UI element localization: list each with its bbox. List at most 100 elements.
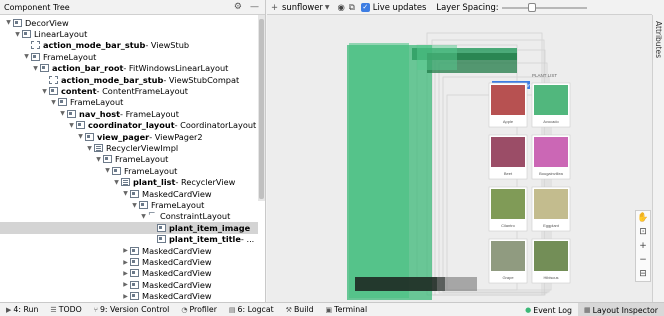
pan-hand-icon[interactable]: ✋ [637,211,648,225]
expanded-arrow-icon[interactable]: ▼ [4,19,13,26]
collapsed-arrow-icon[interactable]: ▶ [121,293,130,300]
tree-node[interactable]: ▼ FrameLayout [0,154,258,165]
plant-card[interactable]: Eggplant [531,186,571,232]
tree-node[interactable]: plant_item_title - ... [0,234,258,245]
tree-node[interactable]: ▼ coordinator_layout - CoordinatorLayout [0,120,258,131]
tree-scrollbar[interactable] [258,15,265,201]
frame-layout-icon [130,189,139,198]
slider-knob[interactable] [527,3,536,12]
fit-screen-icon[interactable]: ⊡ [639,225,647,239]
tree-node[interactable]: ▶ MaskedCardView [0,279,258,290]
tree-node[interactable]: ▶ MaskedCardView [0,245,258,256]
tree-node[interactable]: ▼ action_bar_root - FitWindowsLinearLayou… [0,63,258,74]
tool-window-label: TODO [58,305,82,314]
dash-layout-icon [49,75,58,84]
tool-window-button[interactable]: ▶ 4: Run [0,305,44,314]
add-icon[interactable]: + [271,2,278,12]
expanded-arrow-icon[interactable]: ▼ [85,145,94,152]
expanded-arrow-icon[interactable]: ▼ [13,31,22,38]
expanded-arrow-icon[interactable]: ▼ [130,202,139,209]
chevron-down-icon[interactable]: ▼ [325,4,330,11]
tree-node[interactable]: ▼ FrameLayout [0,97,258,108]
tree-node[interactable]: ▼ LinearLayout [0,28,258,39]
expanded-arrow-icon[interactable]: ▼ [103,167,112,174]
plant-image [491,189,525,219]
frame-layout-icon [58,98,67,107]
expanded-arrow-icon[interactable]: ▼ [94,156,103,163]
plant-card[interactable]: Grape [488,238,528,284]
live-updates-checkbox[interactable]: ✓ [360,2,370,12]
expanded-arrow-icon[interactable]: ▼ [112,179,121,186]
tree-node[interactable]: action_mode_bar_stub - ViewStub [0,40,258,51]
plant-name: Bougainvillea [539,171,564,176]
tree-node[interactable]: ▶ MaskedCardView [0,268,258,279]
tree-node[interactable]: ▼ FrameLayout [0,165,258,176]
tree-node-name: action_mode_bar_stub [61,74,164,85]
plant-name: Eggplant [543,223,560,228]
frame-layout-icon [112,166,121,175]
tree-node[interactable]: ▼ DecorView [0,17,258,28]
live-updates-label: Live updates [372,2,427,12]
collapsed-arrow-icon[interactable]: ▶ [121,270,130,277]
collapsed-arrow-icon[interactable]: ▶ [121,259,130,266]
process-selector[interactable]: sunflower [282,2,323,12]
collapsed-arrow-icon[interactable]: ▶ [121,281,130,288]
tool-window-button[interactable]: ▦ Layout Inspector [578,303,664,316]
tree-node[interactable]: ▼ RecyclerViewImpl [0,142,258,153]
tree-node-class: - ViewStubCompat [163,74,240,85]
expanded-arrow-icon[interactable]: ▼ [67,122,76,129]
tree-node[interactable]: ▼ FrameLayout [0,51,258,62]
tree-node[interactable]: ▼ MaskedCardView [0,188,258,199]
tree-node-name: nav_host [79,108,121,119]
plant-card[interactable]: Bougainvillea [531,134,571,180]
expanded-arrow-icon[interactable]: ▼ [139,213,148,220]
attributes-side-tab[interactable]: Attributes [652,15,664,302]
plant-card[interactable]: Beet [488,134,528,180]
tool-window-button[interactable]: ● Event Log [519,306,578,315]
plant-card[interactable]: Hibiscus [531,238,571,284]
expanded-arrow-icon[interactable]: ▼ [121,190,130,197]
tree-node[interactable]: ▼ content - ContentFrameLayout [0,85,258,96]
hide-panel-icon[interactable]: — [250,2,259,12]
frame-layout-icon [40,64,49,73]
tree-node[interactable]: ▼ plant_list - RecyclerView [0,177,258,188]
zoom-out-icon[interactable]: − [639,253,647,267]
frame-layout-icon [85,132,94,141]
tree-node-class: - ViewPager2 [149,131,203,142]
tree-node-class: - ViewStub [145,40,190,51]
expanded-arrow-icon[interactable]: ▼ [31,65,40,72]
tree-node[interactable]: ▶ MaskedCardView [0,256,258,267]
tool-window-button[interactable]: ☰ TODO [44,305,87,314]
snapshot-icon[interactable]: ⧉ [349,2,355,13]
expanded-arrow-icon[interactable]: ▼ [40,88,49,95]
tool-window-button[interactable]: ⑂ 9: Version Control [88,305,176,314]
settings-gear-icon[interactable]: ⚙ [234,2,242,12]
collapsed-arrow-icon[interactable]: ▶ [121,247,130,254]
list-layout-icon [94,144,103,153]
expanded-arrow-icon[interactable]: ▼ [76,133,85,140]
tool-window-icon: ☰ [50,305,57,314]
zoom-in-icon[interactable]: + [639,239,647,253]
reset-view-icon[interactable]: ⊟ [639,267,647,281]
tree-node[interactable]: ▶ MaskedCardView [0,291,258,301]
tree-node[interactable]: ▼ nav_host - FrameLayout [0,108,258,119]
layer-spacing-slider[interactable] [502,3,587,12]
tree-node[interactable]: ▼ view_pager - ViewPager2 [0,131,258,142]
tool-window-button[interactable]: ◔ Profiler [175,305,223,314]
tool-window-button[interactable]: ▣ Terminal [320,305,374,314]
tree-node[interactable]: action_mode_bar_stub - ViewStubCompat [0,74,258,85]
plant-card[interactable]: Apple [488,82,528,128]
plant-card[interactable]: Avocado [531,82,571,128]
tool-window-button[interactable]: ⚒ Build [280,305,320,314]
expanded-arrow-icon[interactable]: ▼ [22,53,31,60]
tool-window-label: 9: Version Control [99,305,170,314]
tree-node[interactable]: ▼ ConstraintLayout [0,209,258,222]
layer-canvas[interactable]: AppCompatImageView PLANT LIST AppleAvoca… [267,15,652,302]
plant-card[interactable]: Cilantro [488,186,528,232]
tree-node[interactable]: ▼ FrameLayout [0,199,258,210]
tree-node[interactable]: plant_item_image [0,222,258,234]
expanded-arrow-icon[interactable]: ▼ [58,110,67,117]
tool-window-button[interactable]: ▤ 6: Logcat [223,305,280,314]
eye-icon[interactable]: ◉ [337,2,344,12]
expanded-arrow-icon[interactable]: ▼ [49,99,58,106]
